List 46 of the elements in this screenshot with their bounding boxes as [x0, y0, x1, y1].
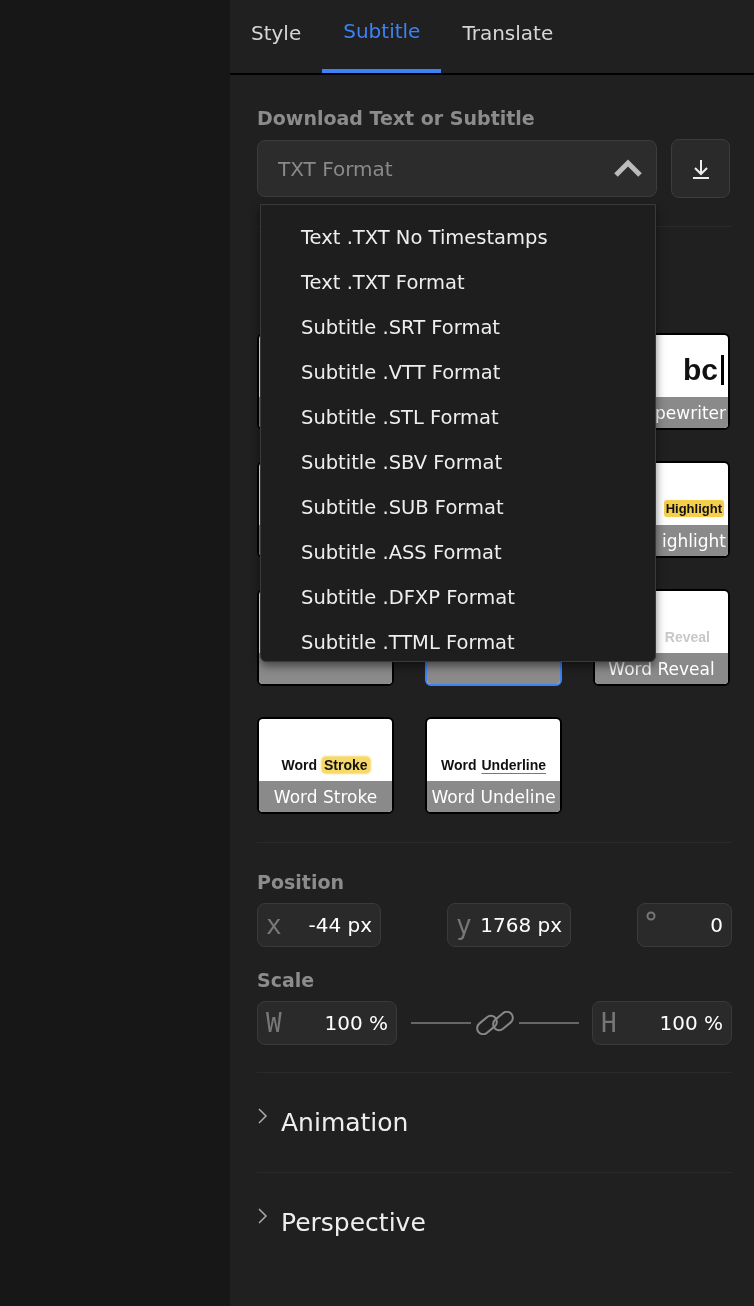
collapsible-section[interactable]: Animation [257, 1073, 732, 1173]
preview-text: Underline [481, 757, 547, 773]
field-label: W [266, 1009, 282, 1037]
position-field[interactable]: 0 [637, 903, 732, 947]
tab[interactable]: Subtitle [322, 0, 442, 73]
degree-icon [646, 911, 656, 921]
field-label: x [266, 911, 282, 939]
tab[interactable]: Translate [441, 0, 575, 73]
field-value: 100 % [659, 1011, 723, 1035]
download-button[interactable] [671, 139, 730, 198]
text-cursor [721, 355, 724, 385]
preview-text: Stroke [321, 757, 370, 773]
preview-text: Word [281, 757, 317, 773]
chevron-icon [257, 1107, 269, 1125]
style-label: Word Stroke [273, 786, 378, 807]
field-value: -44 px [308, 913, 372, 937]
position-field[interactable]: x -44 px [257, 903, 381, 947]
preview-text: Word [440, 757, 477, 773]
scale-field[interactable]: W 100 % [257, 1001, 397, 1045]
menu-item[interactable]: Text .TXT Format [261, 260, 655, 305]
collapsible-section[interactable]: Perspective [257, 1173, 732, 1272]
tab[interactable]: Style [230, 0, 323, 73]
preview-text: Highlight [663, 500, 724, 517]
section-heading: Download Text or Subtitle [257, 107, 535, 129]
menu-item[interactable]: Text .TXT No Timestamps [261, 215, 655, 260]
section-heading: Position [257, 871, 344, 893]
format-dropdown[interactable]: TXT Format [257, 140, 657, 197]
style-card[interactable]: Word Stroke Word Stroke [257, 717, 394, 814]
section-heading: Scale [257, 969, 315, 991]
preview-text: bc [683, 353, 718, 387]
field-value: 100 % [324, 1011, 388, 1035]
field-value: 0 [710, 913, 723, 937]
style-label: ighlight [662, 530, 726, 551]
chevron-icon [257, 1207, 269, 1225]
style-card[interactable]: Word Underline Word Undeline [425, 717, 562, 814]
position-field[interactable]: y 1768 px [447, 903, 571, 947]
style-label: pewriter [655, 402, 726, 423]
download-icon [690, 157, 711, 180]
style-label: Word Reveal [608, 658, 715, 679]
style-label: Word Undeline [431, 786, 556, 807]
chevron-icon [613, 158, 643, 178]
field-label: H [601, 1009, 617, 1037]
link-icon[interactable] [410, 1011, 579, 1035]
scale-field[interactable]: H 100 % [592, 1001, 732, 1045]
field-value: 1768 px [480, 913, 562, 937]
field-label: y [456, 911, 472, 939]
